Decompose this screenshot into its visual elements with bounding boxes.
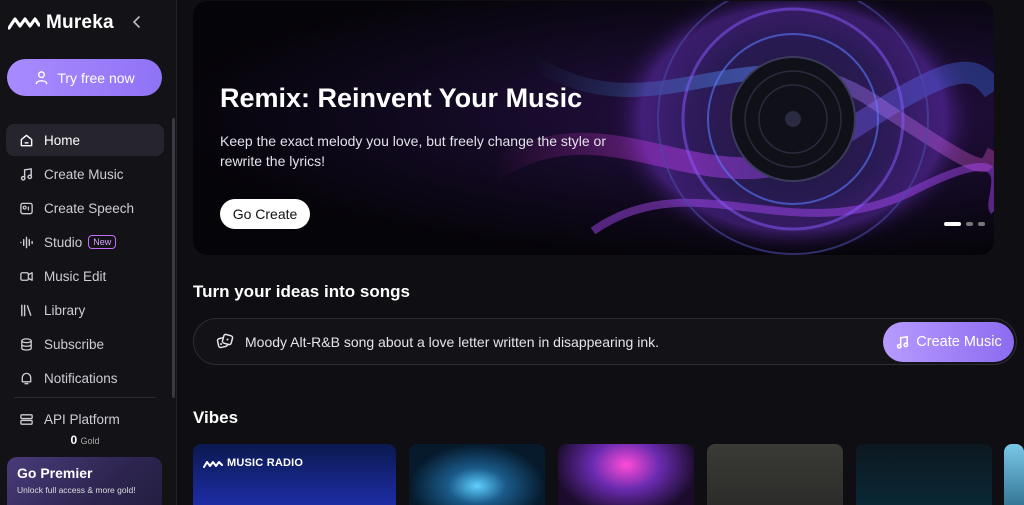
vibe-card[interactable] [856, 444, 992, 505]
sidebar-scrollbar[interactable] [172, 118, 175, 398]
app-root: Mureka Try free now Home Create Music Cr… [0, 0, 1024, 505]
sidebar-item-label: Create Music [44, 166, 124, 182]
logo[interactable]: Mureka [8, 12, 114, 34]
dice-icon[interactable] [216, 333, 234, 351]
music-note-icon [18, 166, 34, 182]
sidebar-item-label: Studio [44, 234, 83, 250]
sidebar-item-label: Music Edit [44, 268, 107, 284]
vibe-card-music-radio[interactable]: MUSIC RADIO [193, 444, 396, 505]
carousel-dot[interactable] [978, 222, 985, 226]
waveform-icon [18, 234, 34, 250]
create-music-button[interactable]: Create Music [883, 322, 1014, 362]
vibe-card[interactable] [409, 444, 545, 505]
sidebar-item-create-music[interactable]: Create Music [6, 158, 164, 190]
go-create-button[interactable]: Go Create [220, 199, 310, 229]
sidebar-item-label: Create Speech [44, 200, 135, 216]
speech-icon [18, 200, 34, 216]
api-icon [18, 411, 34, 427]
logo-mark-icon [203, 461, 223, 468]
gold-unit: Gold [80, 436, 100, 446]
try-free-button[interactable]: Try free now [7, 59, 162, 96]
carousel-dot[interactable] [966, 222, 973, 226]
sidebar-item-label: Subscribe [44, 336, 105, 352]
sidebar-item-home[interactable]: Home [6, 124, 164, 156]
premier-subtitle: Unlock full access & more gold! [17, 485, 136, 495]
coins-icon [18, 336, 34, 352]
bell-icon [18, 370, 34, 386]
vibe-card[interactable] [1004, 444, 1024, 505]
hero-banner[interactable]: Remix: Reinvent Your Music Keep the exac… [193, 1, 994, 255]
gold-balance: 0 Gold [0, 433, 170, 447]
main-content: Remix: Reinvent Your Music Keep the exac… [177, 0, 1024, 505]
sidebar-item-notifications[interactable]: Notifications [6, 362, 164, 394]
nav-divider [14, 397, 156, 398]
sidebar-item-subscribe[interactable]: Subscribe [6, 328, 164, 360]
user-icon [36, 71, 48, 85]
try-free-label: Try free now [57, 69, 135, 86]
collapse-sidebar-icon[interactable] [130, 14, 144, 30]
sidebar-item-library[interactable]: Library [6, 294, 164, 326]
logo-mark-icon [8, 17, 40, 30]
hero-description: Keep the exact melody you love, but free… [220, 133, 607, 169]
music-note-icon [897, 335, 909, 349]
sidebar-item-label: Notifications [44, 370, 118, 386]
logo-text: Mureka [46, 12, 114, 33]
create-music-label: Create Music [916, 334, 1002, 350]
vibe-card[interactable] [707, 444, 843, 505]
sidebar-item-label: API Platform [44, 411, 120, 427]
vibes-section-title: Vibes [193, 408, 239, 427]
music-edit-icon [18, 268, 34, 284]
sidebar-item-label: Home [44, 132, 81, 148]
gold-value: 0 [70, 433, 78, 447]
sidebar-item-label: Library [44, 302, 86, 318]
sidebar-item-create-speech[interactable]: Create Speech [6, 192, 164, 224]
vinyl-artwork [486, 1, 994, 255]
vibe-card[interactable] [558, 444, 694, 505]
premier-title: Go Premier [17, 465, 93, 481]
hero-title: Remix: Reinvent Your Music [220, 83, 583, 113]
home-icon [18, 132, 34, 148]
vibe-card-label: MUSIC RADIO [227, 457, 304, 469]
sidebar-nav: Home Create Music Create Speech Studio N… [6, 124, 164, 437]
sidebar: Mureka Try free now Home Create Music Cr… [0, 0, 177, 505]
sidebar-item-music-edit[interactable]: Music Edit [6, 260, 164, 292]
ideas-section-title: Turn your ideas into songs [193, 282, 410, 301]
new-badge: New [88, 235, 117, 249]
song-prompt-text[interactable]: Moody Alt-R&B song about a love letter w… [245, 334, 659, 350]
carousel-dots [944, 222, 985, 226]
go-premier-card[interactable]: Go Premier Unlock full access & more gol… [7, 457, 162, 505]
carousel-dot[interactable] [944, 222, 961, 226]
library-icon [18, 302, 34, 318]
sidebar-item-api-platform[interactable]: API Platform [6, 403, 164, 435]
song-prompt-bar[interactable]: Moody Alt-R&B song about a love letter w… [193, 318, 1017, 365]
sidebar-item-studio[interactable]: Studio New [6, 226, 164, 258]
